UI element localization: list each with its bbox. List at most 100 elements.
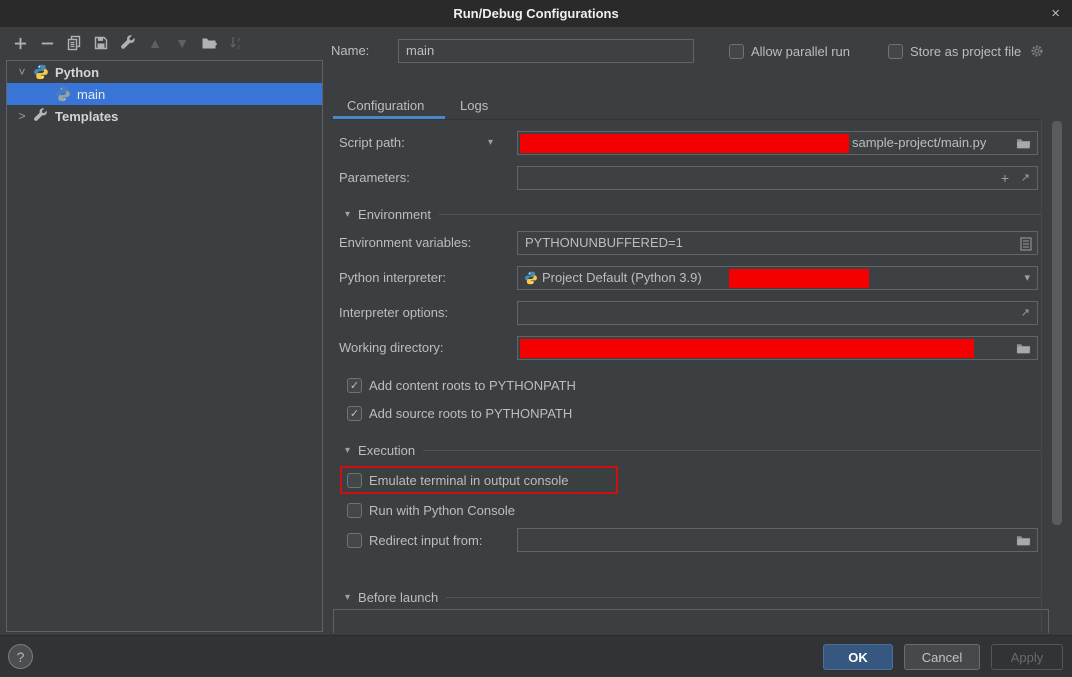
add-source-roots-row: ✓ Add source roots to PYTHONPATH xyxy=(347,401,572,425)
combobox-dropdown-icon[interactable]: ▾ xyxy=(1024,267,1030,289)
add-content-roots-checkbox[interactable]: ✓ xyxy=(347,378,362,393)
redaction-bar xyxy=(729,269,869,288)
tree-item-label: Python xyxy=(53,65,99,80)
allow-parallel-run-label: Allow parallel run xyxy=(751,44,850,59)
collapse-triangle-icon[interactable]: ▾ xyxy=(345,209,350,220)
add-content-roots-row: ✓ Add content roots to PYTHONPATH xyxy=(347,373,576,397)
help-button[interactable]: ? xyxy=(8,644,33,669)
environment-section-header[interactable]: ▾ Environment xyxy=(345,206,1041,222)
run-debug-configurations-dialog: Run/Debug Configurations × xyxy=(0,0,1072,677)
run-with-python-console-checkbox[interactable] xyxy=(347,503,362,518)
expander-down-icon[interactable]: ˅ xyxy=(15,65,29,79)
before-launch-section-label: Before launch xyxy=(358,590,438,605)
before-launch-task-list[interactable] xyxy=(333,609,1049,633)
browse-folder-icon[interactable] xyxy=(1015,341,1032,356)
titlebar: Run/Debug Configurations × xyxy=(0,0,1072,27)
tab-logs[interactable]: Logs xyxy=(460,95,488,116)
collapse-triangle-icon[interactable]: ▾ xyxy=(345,592,350,603)
browse-variables-icon[interactable] xyxy=(1020,237,1032,251)
script-path-label: Script path: xyxy=(339,131,405,155)
python-interpreter-combobox[interactable]: Project Default (Python 3.9) ▾ xyxy=(517,266,1038,290)
python-logo-faded-icon xyxy=(55,86,71,102)
name-value: main xyxy=(406,40,434,62)
python-logo-icon xyxy=(33,64,49,80)
working-directory-label: Working directory: xyxy=(339,336,444,360)
section-rule xyxy=(423,450,1041,451)
tree-item-templates[interactable]: ˃ Templates xyxy=(7,105,322,127)
store-as-project-file-checkbox[interactable] xyxy=(888,44,903,59)
redirect-input-row: Redirect input from: xyxy=(347,528,482,552)
allow-parallel-run-checkbox[interactable] xyxy=(729,44,744,59)
sort-configurations-icon: a z xyxy=(227,34,245,52)
move-down-icon: ▼ xyxy=(173,34,191,52)
execution-section-label: Execution xyxy=(358,443,415,458)
tree-item-main[interactable]: main xyxy=(7,83,322,105)
tabbar-divider xyxy=(331,119,1041,120)
wrench-icon xyxy=(33,108,49,124)
run-with-python-console-label: Run with Python Console xyxy=(369,503,515,518)
section-rule xyxy=(439,214,1041,215)
script-path-value: sample-project/main.py xyxy=(852,132,986,154)
store-as-project-file-label: Store as project file xyxy=(910,44,1021,59)
move-up-icon: ▲ xyxy=(146,34,164,52)
parameters-input[interactable]: + ↗ xyxy=(517,166,1038,190)
python-logo-icon xyxy=(524,271,538,285)
expand-field-icon[interactable]: ↗ xyxy=(1021,167,1030,189)
collapse-triangle-icon[interactable]: ▾ xyxy=(345,445,350,456)
highlight-box: Emulate terminal in output console xyxy=(340,466,618,494)
svg-text:a: a xyxy=(237,37,241,44)
dialog-title: Run/Debug Configurations xyxy=(453,6,618,21)
checkmark-icon: ✓ xyxy=(350,379,359,392)
add-configuration-icon[interactable] xyxy=(11,34,29,52)
add-macro-plus-icon[interactable]: + xyxy=(1001,167,1009,189)
save-configuration-icon[interactable] xyxy=(92,34,110,52)
python-interpreter-value: Project Default (Python 3.9) xyxy=(542,267,702,289)
environment-variables-value: PYTHONUNBUFFERED=1 xyxy=(525,232,683,254)
environment-variables-label: Environment variables: xyxy=(339,231,471,255)
redaction-bar xyxy=(520,134,849,153)
run-with-python-console-row: Run with Python Console xyxy=(347,498,515,522)
copy-configuration-icon[interactable] xyxy=(65,34,83,52)
gear-icon[interactable] xyxy=(1030,44,1044,58)
edit-templates-wrench-icon[interactable] xyxy=(119,34,137,52)
svg-text:z: z xyxy=(237,44,240,51)
scrollbar-thumb[interactable] xyxy=(1052,121,1062,525)
script-path-input[interactable]: sample-project/main.py xyxy=(517,131,1038,155)
environment-variables-input[interactable]: PYTHONUNBUFFERED=1 xyxy=(517,231,1038,255)
checkmark-icon: ✓ xyxy=(350,407,359,420)
configurations-toolbar: ▲ ▼ a z xyxy=(11,34,245,52)
interpreter-options-input[interactable]: ↗ xyxy=(517,301,1038,325)
add-content-roots-label: Add content roots to PYTHONPATH xyxy=(369,378,576,393)
emulate-terminal-label: Emulate terminal in output console xyxy=(369,473,568,488)
redirect-input-checkbox[interactable] xyxy=(347,533,362,548)
emulate-terminal-checkbox[interactable] xyxy=(347,473,362,488)
execution-section-header[interactable]: ▾ Execution xyxy=(345,442,1041,458)
expand-field-icon[interactable]: ↗ xyxy=(1021,302,1030,324)
redaction-bar xyxy=(520,339,974,358)
close-icon[interactable]: × xyxy=(1051,0,1060,27)
expander-right-icon[interactable]: ˃ xyxy=(15,109,29,123)
working-directory-input[interactable] xyxy=(517,336,1038,360)
content-right-border xyxy=(1041,120,1042,632)
redirect-input-file-input[interactable] xyxy=(517,528,1038,552)
ok-button[interactable]: OK xyxy=(823,644,893,670)
allow-parallel-run-row: Allow parallel run xyxy=(729,39,850,63)
redirect-input-label: Redirect input from: xyxy=(369,533,482,548)
cancel-button[interactable]: Cancel xyxy=(904,644,980,670)
configurations-tree: ˅ Python main xyxy=(6,60,323,632)
name-input[interactable]: main xyxy=(398,39,694,63)
section-rule xyxy=(446,597,1041,598)
add-source-roots-checkbox[interactable]: ✓ xyxy=(347,406,362,421)
before-launch-section-header[interactable]: ▾ Before launch xyxy=(345,589,1041,605)
browse-folder-icon[interactable] xyxy=(1015,533,1032,548)
python-interpreter-label: Python interpreter: xyxy=(339,266,446,290)
new-folder-icon[interactable] xyxy=(200,34,218,52)
store-as-project-file-row: Store as project file xyxy=(888,39,1044,63)
tree-item-label: main xyxy=(75,87,105,102)
remove-configuration-icon[interactable] xyxy=(38,34,56,52)
script-path-dropdown-icon[interactable]: ▾ xyxy=(488,131,493,155)
browse-folder-icon[interactable] xyxy=(1015,136,1032,151)
tree-item-python[interactable]: ˅ Python xyxy=(7,61,322,83)
add-source-roots-label: Add source roots to PYTHONPATH xyxy=(369,406,572,421)
tab-configuration[interactable]: Configuration xyxy=(347,95,424,116)
